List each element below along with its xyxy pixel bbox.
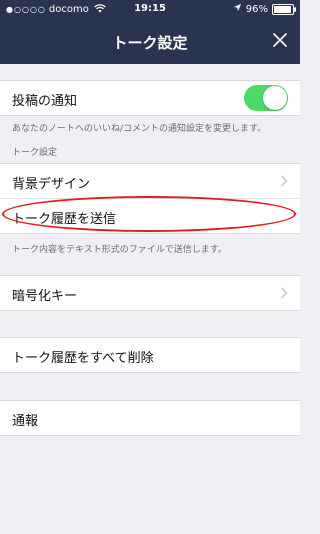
status-right: 96% — [233, 3, 296, 15]
encryption-section: 暗号化キー — [0, 275, 300, 311]
page-title: トーク設定 — [112, 34, 188, 52]
close-icon — [273, 33, 287, 47]
background-design-label: 背景デザイン — [12, 177, 91, 192]
background-design-row[interactable]: 背景デザイン — [0, 164, 300, 199]
delete-section: トーク履歴をすべて削除 — [0, 337, 300, 373]
report-row[interactable]: 通報 — [0, 401, 300, 435]
encryption-key-row[interactable]: 暗号化キー — [0, 276, 300, 310]
encryption-key-label: 暗号化キー — [12, 289, 78, 304]
post-notifications-description: あなたのノートへのいいね/コメントの通知設定を変更します。 — [12, 124, 267, 134]
export-chat-description: トーク内容をテキスト形式のファイルで送信します。 — [12, 245, 227, 255]
battery-icon — [272, 3, 296, 15]
notification-section: 投稿の通知 — [0, 80, 300, 116]
talk-settings-section-header: トーク設定 — [12, 148, 58, 158]
report-label: 通報 — [12, 414, 39, 429]
status-bar: ●○○○○ docomo 19:15 96% — [0, 0, 300, 20]
delete-all-history-row[interactable]: トーク履歴をすべて削除 — [0, 338, 300, 372]
highlight-annotation — [2, 196, 296, 232]
chevron-right-icon — [280, 175, 288, 187]
chevron-right-icon — [280, 287, 288, 299]
delete-all-history-label: トーク履歴をすべて削除 — [12, 351, 154, 366]
post-notifications-row: 投稿の通知 — [0, 81, 300, 115]
post-notifications-label: 投稿の通知 — [12, 94, 78, 109]
toggle-knob — [263, 86, 287, 110]
close-button[interactable] — [270, 30, 290, 50]
location-arrow-icon — [233, 3, 242, 15]
report-section: 通報 — [0, 400, 300, 436]
battery-percent: 96% — [245, 3, 268, 15]
post-notifications-toggle[interactable] — [244, 85, 288, 111]
navigation-bar: トーク設定 — [0, 20, 300, 64]
